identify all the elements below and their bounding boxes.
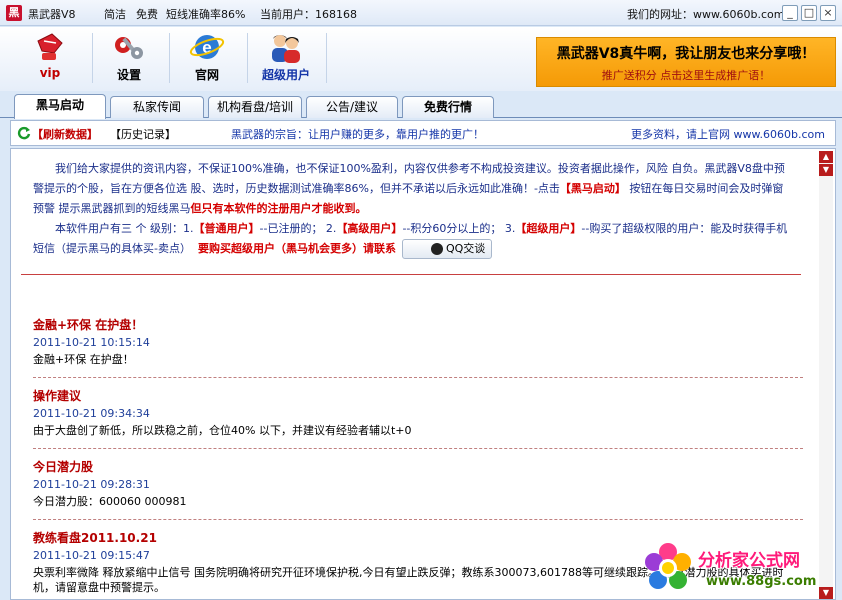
toolbar-divider <box>169 33 170 83</box>
intro-text-2h: 要购买超级用户（黑马机会更多）请联系 <box>197 242 396 255</box>
motto-text: 黑武器的宗旨：让用户赚的更多，靠用户推的更广！ <box>231 128 484 141</box>
news-item: 今日潜力股 2011-10-21 09:28:31 今日潜力股：600060 0… <box>33 458 803 520</box>
intro-text-1b: 【黑马启动】 <box>559 182 626 195</box>
refresh-icon[interactable] <box>17 126 31 140</box>
intro-text: 我们给大家提供的资讯内容，不保证100%准确，也不保证100%盈利，内容仅供参考… <box>33 159 793 259</box>
news-date: 2011-10-21 09:34:34 <box>33 407 150 420</box>
news-title[interactable]: 金融+环保 在护盘！ <box>33 316 803 333</box>
divider-line <box>21 274 801 275</box>
intro-text-2e: --积分60分以上的； 3. <box>402 222 516 235</box>
news-title[interactable]: 今日潜力股 <box>33 458 803 475</box>
more-info-link[interactable]: 更多资料，请上官网 www.6060b.com <box>631 126 825 142</box>
settings-button[interactable]: 设置 <box>94 29 164 87</box>
intro-text-2d: 【高级用户】 <box>336 222 403 235</box>
website-label: 我们的网址：www.6060b.com <box>627 8 785 21</box>
minimize-button[interactable]: _ <box>782 5 798 21</box>
intro-text-1d: 但只有本软件的注册用户才能收到。 <box>190 202 367 215</box>
qq-penguin-icon <box>430 243 443 255</box>
toolbar-divider <box>92 33 93 83</box>
intro-text-2c: --已注册的； 2. <box>259 222 337 235</box>
free-label: 免费 <box>136 8 158 21</box>
scroll-up-icon[interactable]: ▲ <box>819 151 833 163</box>
news-date: 2011-10-21 09:28:31 <box>33 478 150 491</box>
toolbar-divider <box>326 33 327 83</box>
toolbar-divider <box>247 33 248 83</box>
sub-toolbar: 【刷新数据】 【历史记录】 黑武器的宗旨：让用户赚的更多，靠用户推的更广！ 更多… <box>10 120 836 146</box>
news-item: 金融+环保 在护盘！ 2011-10-21 10:15:14 金融+环保 在护盘… <box>33 316 803 378</box>
news-body: 由于大盘创了新低，所以跌稳之前，仓位40% 以下，并建议有经验者辅以t+0 <box>33 424 412 437</box>
users-icon <box>268 31 304 65</box>
promo-banner[interactable]: 黑武器V8真牛啊，我让朋友也来分享哦！ 推广送积分 点击这里生成推广语！ <box>536 37 836 87</box>
super-user-label: 超级用户 <box>261 68 310 82</box>
current-user-label: 当前用户：168168 <box>260 8 357 21</box>
vip-icon <box>32 31 68 65</box>
vertical-scrollbar[interactable]: ▲ ▼ ▼ <box>819 151 833 599</box>
qq-chat-button[interactable]: QQ交谈 <box>401 239 493 259</box>
news-title[interactable]: 操作建议 <box>33 387 803 404</box>
watermark-logo: 分析家公式网 www.88gs.com <box>640 538 840 598</box>
intro-text-2f: 【超级用户】 <box>515 222 582 235</box>
intro-paragraph-2: 本软件用户有三 个 级别：1.【普通用户】--已注册的； 2.【高级用户】--积… <box>33 219 793 259</box>
flower-logo-icon <box>642 542 694 594</box>
tab-institution-review[interactable]: 机构看盘/培训 <box>208 96 302 118</box>
promo-link[interactable]: 推广送积分 点击这里生成推广语！ <box>537 67 835 83</box>
title-bar: 黑 黑武器V8 简洁 免费 短线准确率86% 当前用户：168168 我们的网址… <box>0 0 842 26</box>
news-item: 操作建议 2011-10-21 09:34:34 由于大盘创了新低，所以跌稳之前… <box>33 387 803 449</box>
news-body: 今日潜力股：600060 000981 <box>33 495 187 508</box>
accuracy-label: 短线准确率86% <box>166 8 246 21</box>
watermark-url: www.88gs.com <box>706 574 817 589</box>
official-site-button[interactable]: e 官网 <box>172 29 242 87</box>
wrench-gear-icon <box>111 31 147 65</box>
news-separator <box>33 519 803 520</box>
vip-button[interactable]: vip <box>15 29 85 87</box>
super-user-button[interactable]: 超级用户 <box>251 29 321 87</box>
tab-free-quotes[interactable]: 免费行情 <box>402 96 494 118</box>
official-site-label: 官网 <box>194 68 219 82</box>
restore-button[interactable]: □ <box>801 5 817 21</box>
scroll-thumb-top-icon[interactable]: ▼ <box>819 164 833 176</box>
vip-label: vip <box>39 66 61 80</box>
content-panel: 我们给大家提供的资讯内容，不保证100%准确，也不保证100%盈利，内容仅供参考… <box>10 148 836 600</box>
news-separator <box>33 448 803 449</box>
watermark-title: 分析家公式网 <box>698 551 800 571</box>
refresh-data-link[interactable]: 【刷新数据】 <box>32 126 98 142</box>
close-button[interactable]: × <box>820 5 836 21</box>
news-separator <box>33 377 803 378</box>
promo-headline: 黑武器V8真牛啊，我让朋友也来分享哦！ <box>556 46 816 62</box>
app-title: 黑武器V8 <box>28 8 76 21</box>
tab-dark-horse-start[interactable]: 黑马启动 <box>14 94 106 119</box>
history-link[interactable]: 【历史记录】 <box>110 126 176 142</box>
tab-bar: 黑马启动 私家传闻 机构看盘/培训 公告/建议 免费行情 <box>0 94 842 119</box>
qq-chat-label: QQ交谈 <box>445 242 486 255</box>
internet-explorer-icon: e <box>189 31 225 65</box>
news-date: 2011-10-21 10:15:14 <box>33 336 150 349</box>
settings-label: 设置 <box>116 68 141 82</box>
intro-text-2b: 【普通用户】 <box>193 222 260 235</box>
intro-paragraph-1: 我们给大家提供的资讯内容，不保证100%准确，也不保证100%盈利，内容仅供参考… <box>33 159 793 219</box>
news-body: 金融+环保 在护盘！ <box>33 353 134 366</box>
intro-text-2a: 本软件用户有三 个 级别：1. <box>55 222 194 235</box>
mode-label: 简洁 <box>104 8 126 21</box>
app-icon: 黑 <box>6 5 22 21</box>
tab-private-rumors[interactable]: 私家传闻 <box>110 96 204 118</box>
tab-announcements[interactable]: 公告/建议 <box>306 96 398 118</box>
